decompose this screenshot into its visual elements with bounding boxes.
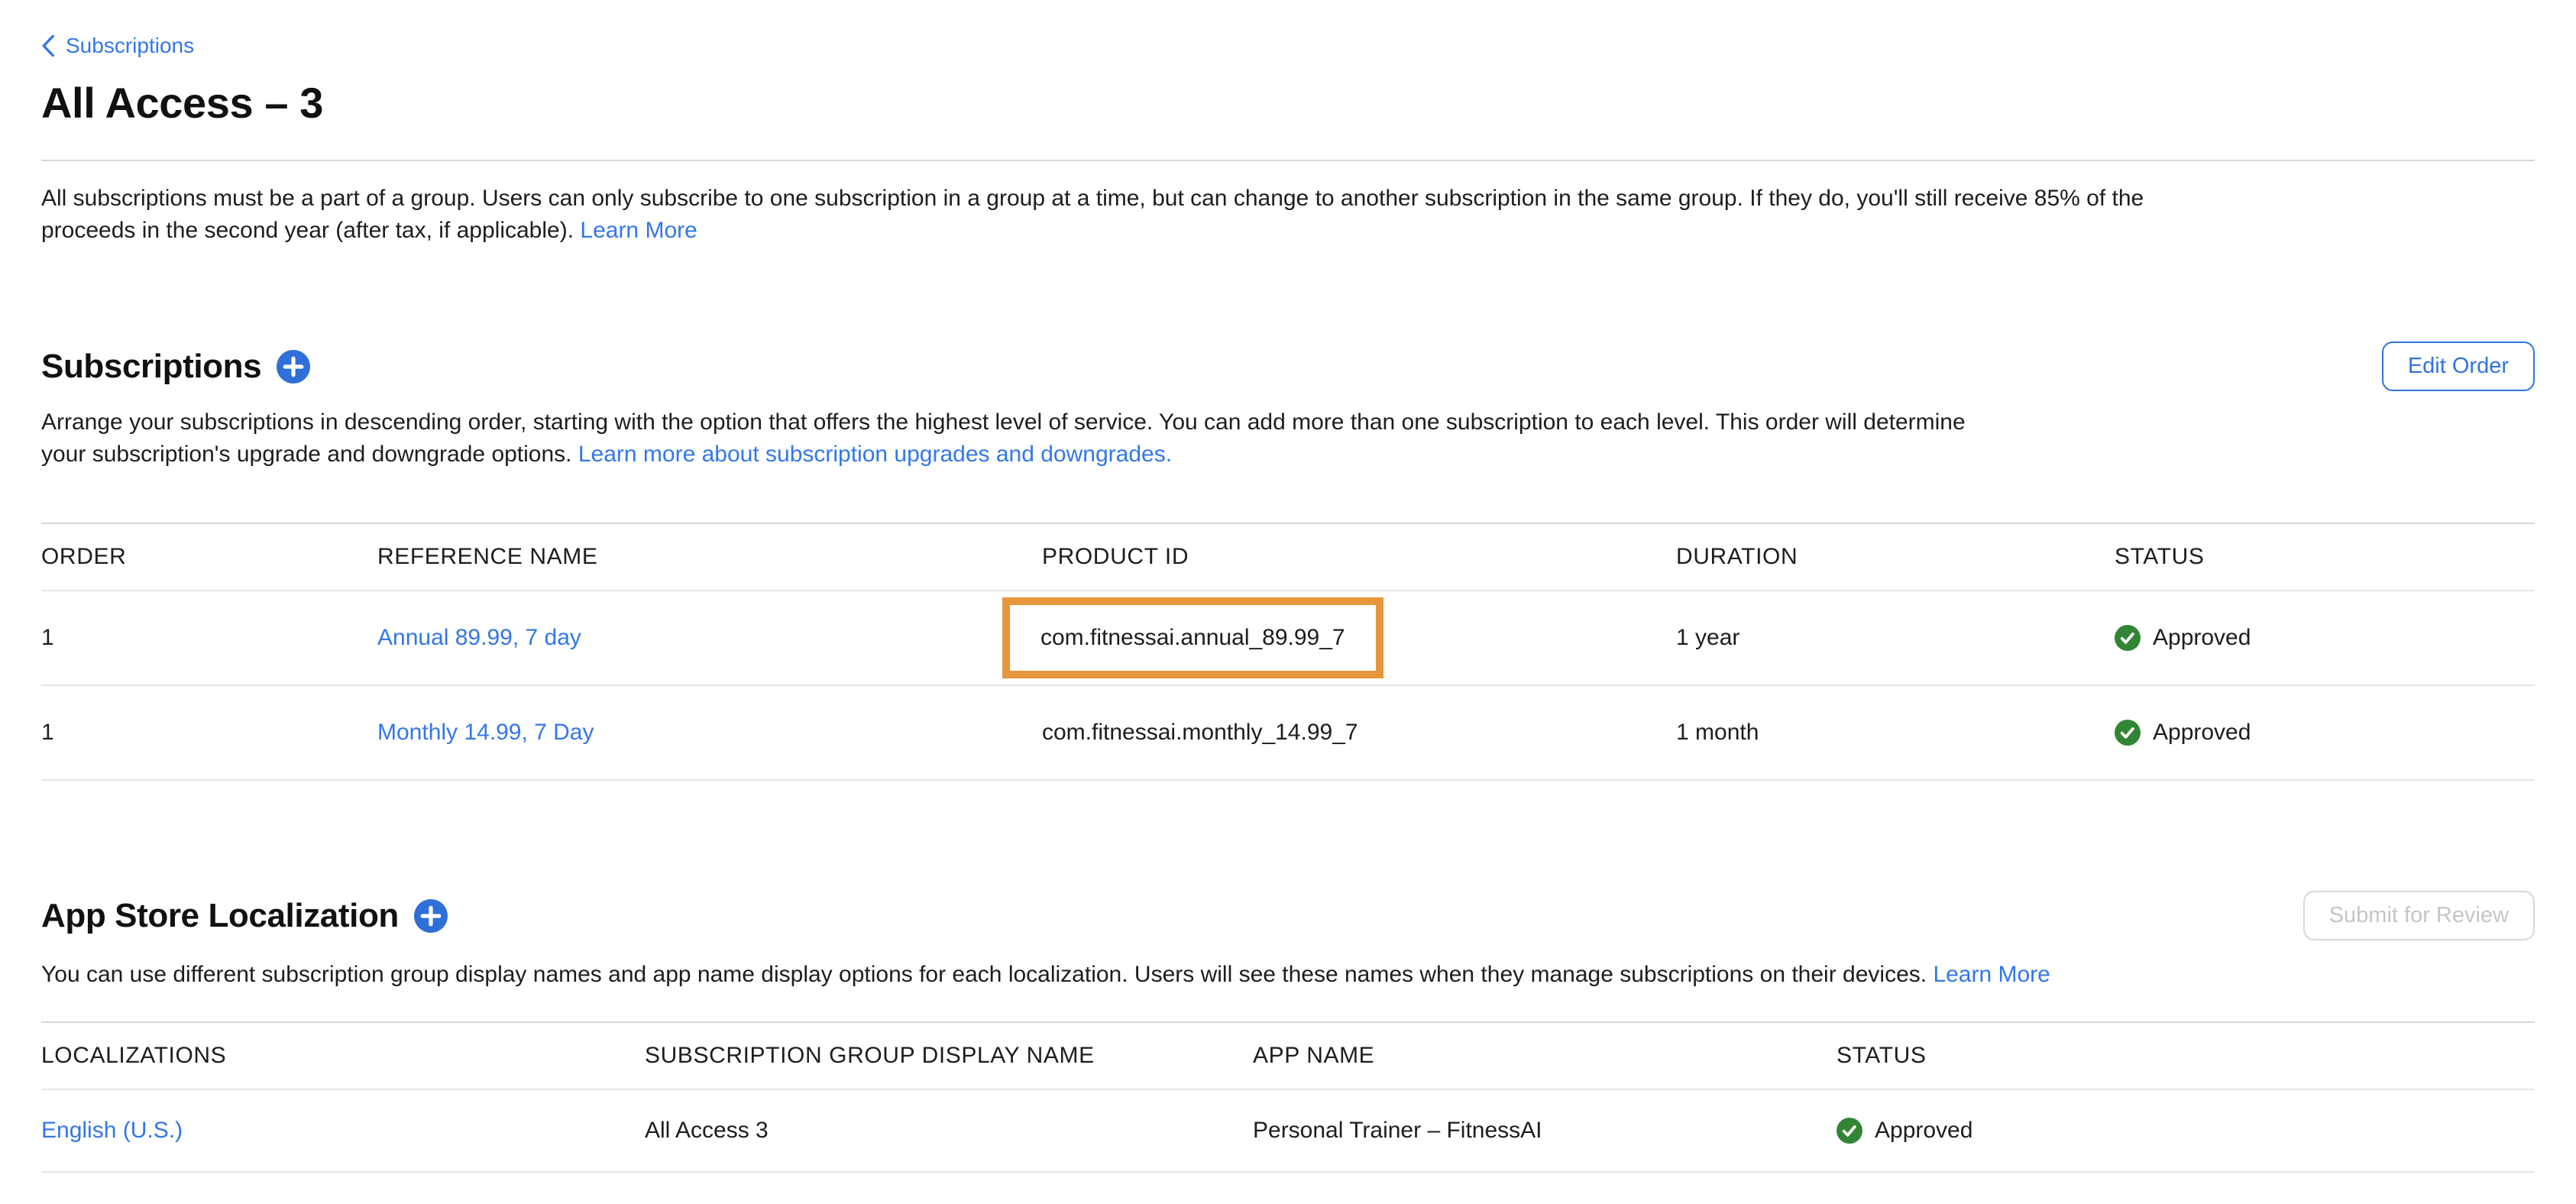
subscription-row-monthly: 1 Monthly 14.99, 7 Day com.fitnessai.mon… (41, 686, 2535, 781)
reference-name-link-monthly[interactable]: Monthly 14.99, 7 Day (377, 720, 594, 745)
status-label: Approved (2153, 720, 2251, 746)
title-divider (41, 160, 2535, 161)
localization-learn-more-link[interactable]: Learn More (1933, 962, 2050, 987)
column-header-order: ORDER (41, 524, 377, 590)
app-store-localization-section: App Store Localization Submit for Review… (41, 891, 2535, 1173)
product-id-highlight-box: com.fitnessai.annual_89.99_7 (1002, 597, 1383, 678)
localization-link-english-us[interactable]: English (U.S.) (41, 1118, 183, 1143)
subscriptions-desc-line-2: your subscription's upgrade and downgrad… (41, 442, 572, 467)
order-value: 1 (41, 625, 377, 651)
column-header-app-name: APP NAME (1253, 1023, 1837, 1089)
localization-heading: App Store Localization (41, 897, 399, 935)
subscriptions-desc-line-1: Arrange your subscriptions in descending… (41, 409, 1966, 435)
localization-table-header: LOCALIZATIONS SUBSCRIPTION GROUP DISPLAY… (41, 1021, 2535, 1090)
column-header-product-id: PRODUCT ID (1042, 524, 1676, 590)
app-name-value: Personal Trainer – FitnessAI (1253, 1118, 1837, 1144)
localization-description: You can use different subscription group… (41, 959, 2535, 991)
localization-row-english-us: English (U.S.) All Access 3 Personal Tra… (41, 1090, 2535, 1173)
subscriptions-description: Arrange your subscriptions in descending… (41, 406, 2535, 471)
intro-line-1: All subscriptions must be a part of a gr… (41, 186, 2144, 211)
column-header-status: STATUS (2115, 524, 2535, 590)
subscriptions-heading: Subscriptions (41, 348, 261, 386)
chevron-left-icon[interactable] (41, 34, 55, 57)
column-header-group-display-name: SUBSCRIPTION GROUP DISPLAY NAME (645, 1023, 1253, 1089)
product-id-value: com.fitnessai.annual_89.99_7 (1040, 625, 1345, 650)
submit-for-review-button[interactable]: Submit for Review (2303, 891, 2535, 940)
page-title: All Access – 3 (41, 78, 2535, 128)
breadcrumb-subscriptions-link[interactable]: Subscriptions (66, 34, 194, 58)
localization-table: LOCALIZATIONS SUBSCRIPTION GROUP DISPLAY… (41, 1021, 2535, 1173)
status-badge: Approved (2115, 625, 2535, 651)
column-header-localizations: LOCALIZATIONS (41, 1023, 645, 1089)
add-subscription-button[interactable] (277, 350, 310, 384)
column-header-status: STATUS (1837, 1023, 2535, 1089)
subscriptions-table-header: ORDER REFERENCE NAME PRODUCT ID DURATION… (41, 523, 2535, 591)
subscription-group-page: Subscriptions All Access – 3 All subscri… (0, 0, 2576, 1204)
subscriptions-section: Subscriptions Edit Order Arrange your su… (41, 341, 2535, 781)
edit-order-button[interactable]: Edit Order (2382, 341, 2535, 391)
add-localization-button[interactable] (414, 899, 448, 933)
subscription-row-annual: 1 Annual 89.99, 7 day com.fitnessai.annu… (41, 591, 2535, 686)
duration-value: 1 month (1676, 720, 2115, 746)
status-badge: Approved (2115, 720, 2535, 746)
subscriptions-table: ORDER REFERENCE NAME PRODUCT ID DURATION… (41, 523, 2535, 781)
status-label: Approved (1875, 1118, 1972, 1144)
status-label: Approved (2153, 625, 2251, 651)
approved-check-icon (1837, 1118, 1862, 1144)
product-id-value: com.fitnessai.monthly_14.99_7 (1042, 720, 1676, 746)
breadcrumb: Subscriptions (41, 34, 2535, 58)
status-badge: Approved (1837, 1118, 2535, 1144)
group-display-name-value: All Access 3 (645, 1118, 1253, 1144)
intro-paragraph: All subscriptions must be a part of a gr… (41, 183, 2535, 247)
plus-circle-icon (277, 350, 310, 384)
column-header-reference-name: REFERENCE NAME (377, 524, 1042, 590)
plus-circle-icon (414, 899, 448, 933)
approved-check-icon (2115, 625, 2141, 651)
approved-check-icon (2115, 720, 2141, 746)
localization-desc-line-1: You can use different subscription group… (41, 962, 1927, 987)
upgrades-downgrades-link[interactable]: Learn more about subscription upgrades a… (578, 442, 1172, 467)
intro-learn-more-link[interactable]: Learn More (580, 218, 697, 243)
order-value: 1 (41, 720, 377, 746)
reference-name-link-annual[interactable]: Annual 89.99, 7 day (377, 625, 581, 650)
duration-value: 1 year (1676, 625, 2115, 651)
column-header-duration: DURATION (1676, 524, 2115, 590)
intro-line-2: proceeds in the second year (after tax, … (41, 218, 574, 243)
